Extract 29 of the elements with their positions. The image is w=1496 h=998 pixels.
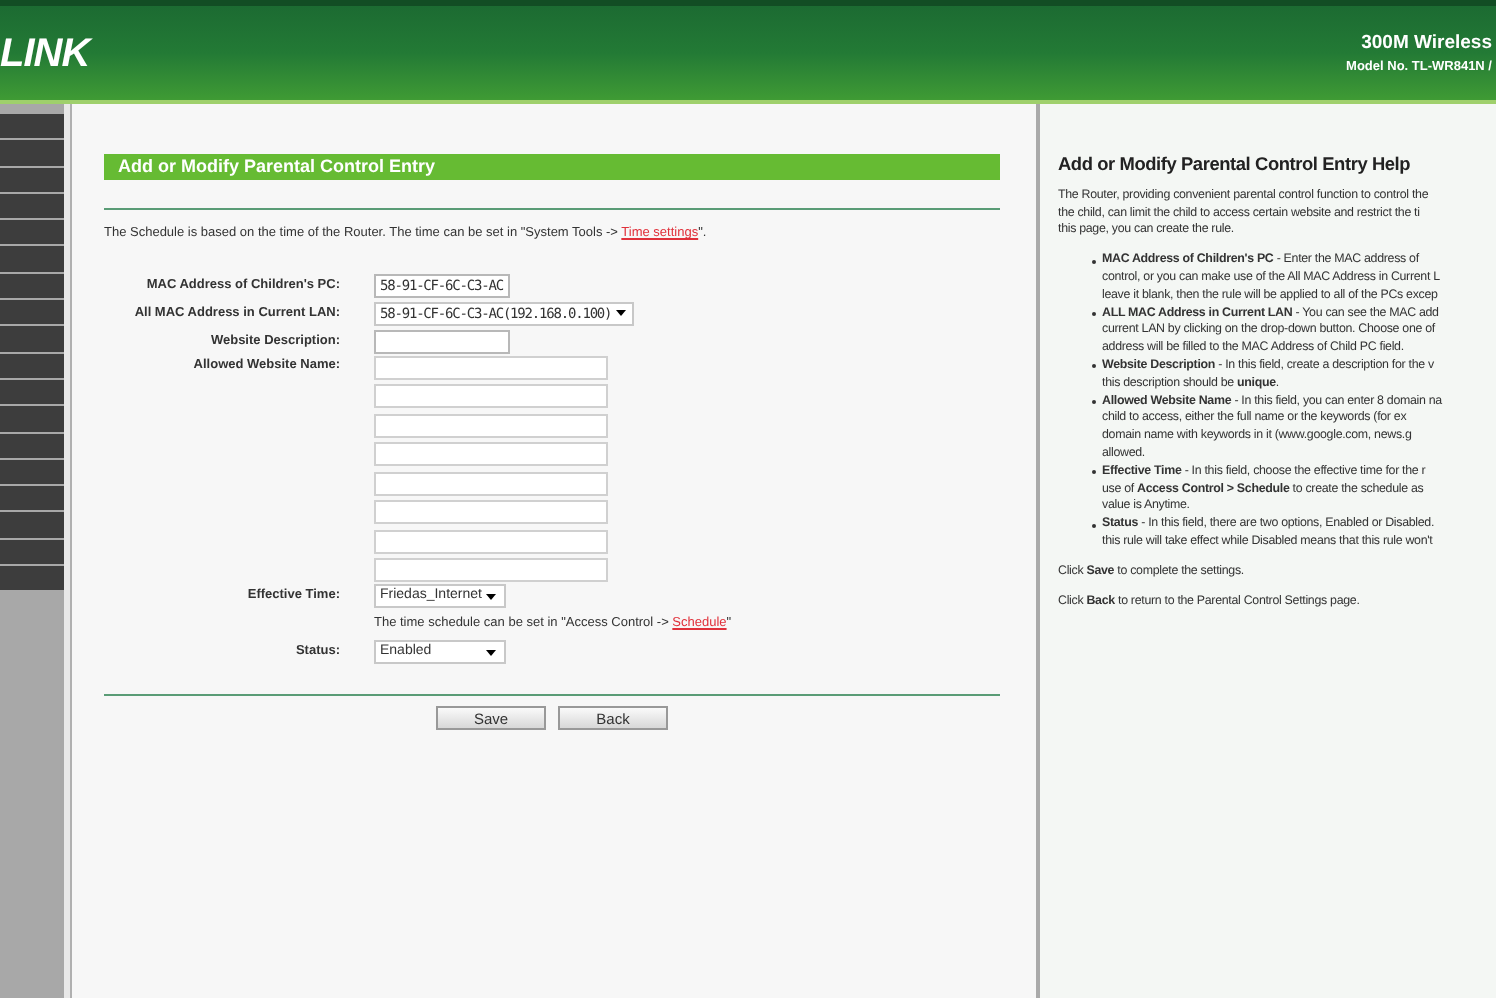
- help-title: Add or Modify Parental Control Entry Help: [1058, 156, 1413, 174]
- text-input[interactable]: [374, 529, 608, 554]
- sidebar-item[interactable]: [0, 459, 64, 485]
- section-title: Add or Modify Parental Control Entry: [104, 154, 1000, 180]
- sidebar-item[interactable]: [0, 539, 64, 565]
- sidebar-item[interactable]: [0, 193, 64, 219]
- dropdown-caret-icon: [615, 310, 626, 317]
- sidebar-item[interactable]: [0, 167, 64, 192]
- dropdown-caret-icon: [486, 593, 496, 600]
- text-input[interactable]: [374, 442, 608, 467]
- sidebar-item[interactable]: [0, 379, 64, 405]
- text-input[interactable]: [374, 384, 608, 409]
- sidebar-item[interactable]: [0, 353, 64, 378]
- sidebar-item[interactable]: [0, 114, 64, 139]
- product-name: 300M Wireless: [1361, 29, 1492, 57]
- sidebar-item[interactable]: [0, 273, 64, 299]
- sidebar-item[interactable]: [0, 300, 64, 325]
- text-input[interactable]: [374, 500, 608, 525]
- sidebar-item[interactable]: [0, 566, 64, 591]
- text-input[interactable]: [374, 329, 510, 354]
- text-input[interactable]: [374, 355, 608, 380]
- sidebar-item[interactable]: [0, 433, 64, 458]
- dropdown-caret-icon: [486, 649, 496, 656]
- brand-logo: LINK: [0, 33, 90, 73]
- sidebar-item[interactable]: [0, 486, 64, 511]
- sidebar-item[interactable]: [0, 220, 64, 245]
- text-input[interactable]: [374, 558, 608, 583]
- text-input[interactable]: [374, 471, 608, 496]
- text-input[interactable]: [374, 413, 608, 438]
